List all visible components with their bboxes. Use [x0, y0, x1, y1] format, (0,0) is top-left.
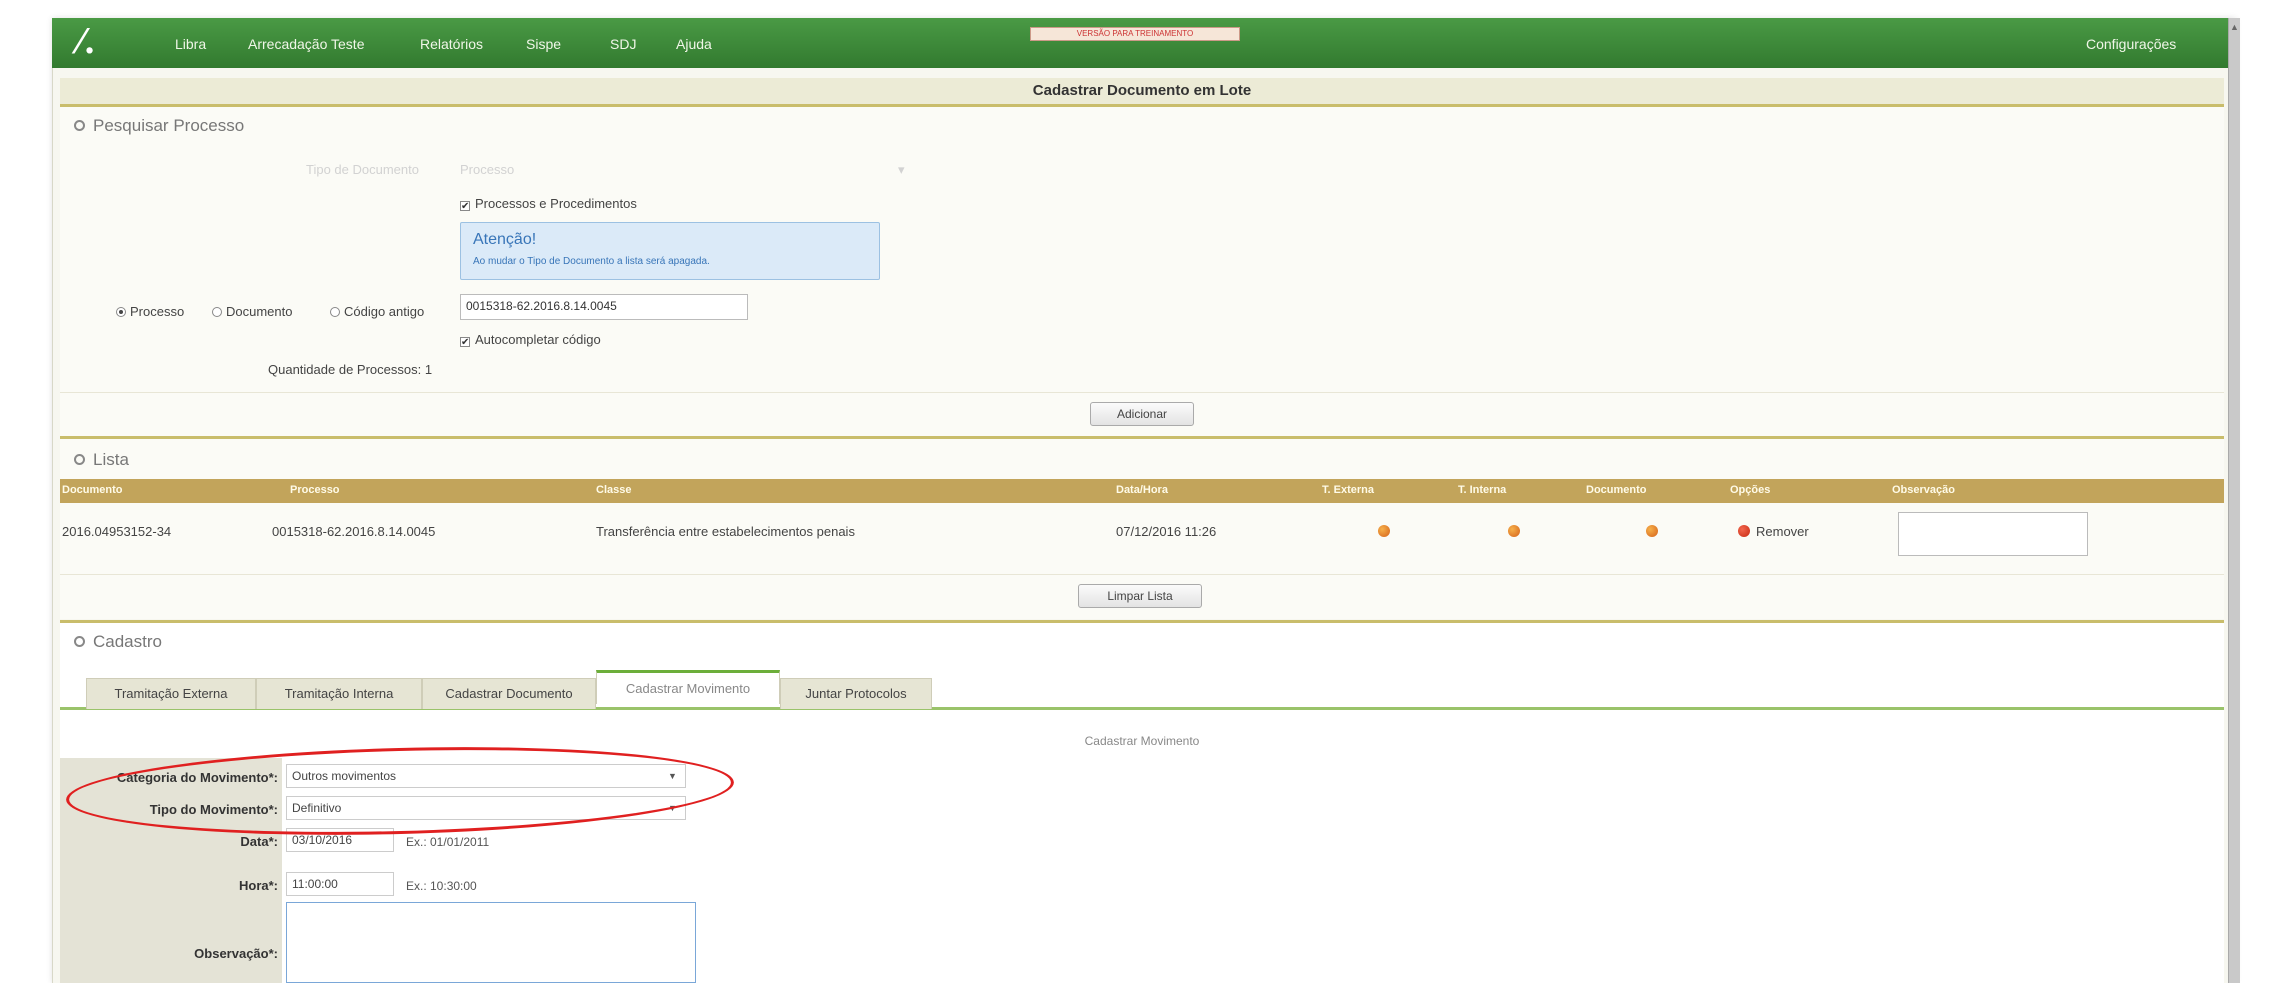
status-dot-icon[interactable]: [1646, 525, 1658, 537]
checkbox-autocomplete[interactable]: ✔ Autocompletar código: [460, 332, 601, 348]
process-count: Quantidade de Processos: 1: [268, 362, 433, 377]
th-documento[interactable]: Documento: [62, 484, 123, 496]
divider: [60, 574, 2224, 575]
tab-tramitacao-interna[interactable]: Tramitação Interna: [256, 678, 422, 709]
tab-juntar-protocolos[interactable]: Juntar Protocolos: [780, 678, 932, 709]
doc-type-select[interactable]: Processo: [460, 162, 514, 177]
status-dot-icon[interactable]: [1508, 525, 1520, 537]
clear-list-button[interactable]: Limpar Lista: [1078, 584, 1202, 608]
th-processo[interactable]: Processo: [290, 484, 340, 496]
cell-processo: 0015318-62.2016.8.14.0045: [272, 524, 436, 539]
search-section-title[interactable]: Pesquisar Processo: [74, 116, 244, 136]
cell-data-hora: 07/12/2016 11:26: [1116, 524, 1217, 539]
nav-item-ajuda[interactable]: Ajuda: [676, 36, 712, 52]
hora-input[interactable]: 11:00:00: [286, 872, 394, 896]
collapse-circle-icon[interactable]: [74, 636, 85, 647]
th-documento-2[interactable]: Documento: [1586, 484, 1647, 496]
settings-link[interactable]: Configurações: [2086, 36, 2176, 52]
alert-title: Atenção!: [473, 231, 537, 248]
cadastro-section-title[interactable]: Cadastro: [74, 632, 162, 652]
nav-item-sispe[interactable]: Sispe: [526, 36, 561, 52]
remove-icon[interactable]: [1738, 525, 1750, 537]
nav-item-relatorios[interactable]: Relatórios: [420, 36, 483, 52]
radio-processo-label: Processo: [130, 304, 185, 319]
radio-selected-icon[interactable]: [116, 307, 126, 317]
remove-link[interactable]: Remover: [1756, 524, 1809, 539]
observacao-label: Observação*:: [194, 946, 278, 961]
th-t-externa[interactable]: T. Externa: [1322, 484, 1374, 496]
th-classe[interactable]: Classe: [596, 484, 631, 496]
observacao-textarea[interactable]: [286, 902, 696, 983]
nav-item-libra[interactable]: Libra: [175, 36, 206, 52]
th-data-hora[interactable]: Data/Hora: [1116, 484, 1168, 496]
doc-type-label: Tipo de Documento: [306, 162, 419, 177]
process-code-input[interactable]: 0015318-62.2016.8.14.0045: [460, 294, 748, 320]
radio-codigo-label: Código antigo: [344, 304, 425, 319]
th-observacao[interactable]: Observação: [1892, 484, 1955, 496]
cadastro-section-label: Cadastro: [93, 632, 162, 651]
page-title: Cadastrar Documento em Lote: [1032, 82, 1252, 99]
scroll-up-icon[interactable]: ▲: [2230, 22, 2239, 32]
chevron-down-icon: ▾: [898, 162, 905, 177]
nav-item-sdj[interactable]: SDJ: [610, 36, 636, 52]
add-button[interactable]: Adicionar: [1090, 402, 1194, 426]
app-logo[interactable]: ⁄.: [78, 22, 122, 62]
status-dot-icon[interactable]: [1378, 525, 1390, 537]
radio-codigo-antigo[interactable]: Código antigo: [330, 304, 424, 319]
cell-classe: Transferência entre estabelecimentos pen…: [596, 524, 855, 539]
radio-documento[interactable]: Documento: [212, 304, 292, 319]
tab-tramitacao-externa[interactable]: Tramitação Externa: [86, 678, 256, 709]
radio-icon[interactable]: [212, 307, 222, 317]
th-opcoes[interactable]: Opções: [1730, 484, 1770, 496]
tab-cadastrar-movimento[interactable]: Cadastrar Movimento: [596, 670, 780, 704]
list-section-title[interactable]: Lista: [74, 450, 129, 470]
collapse-circle-icon[interactable]: [74, 120, 85, 131]
checkbox-processos-label: Processos e Procedimentos: [475, 196, 637, 211]
th-t-interna[interactable]: T. Interna: [1458, 484, 1506, 496]
data-label: Data*:: [240, 834, 278, 849]
observation-textarea[interactable]: [1898, 512, 2088, 556]
collapse-circle-icon[interactable]: [74, 454, 85, 465]
checkbox-processos[interactable]: ✔ Processos e Procedimentos: [460, 196, 637, 212]
list-section-label: Lista: [93, 450, 129, 469]
hora-label: Hora*:: [238, 878, 278, 893]
radio-processo[interactable]: Processo: [116, 304, 184, 319]
hora-hint: Ex.: 10:30:00: [406, 879, 477, 893]
radio-documento-label: Documento: [226, 304, 293, 319]
form-subtitle: Cadastrar Movimento: [1084, 734, 1200, 748]
divider: [60, 392, 2224, 393]
warning-alert: Atenção! Ao mudar o Tipo de Documento a …: [460, 222, 880, 280]
tab-cadastrar-documento[interactable]: Cadastrar Documento: [422, 678, 596, 709]
checkbox-autocomplete-label: Autocompletar código: [475, 332, 601, 347]
checkmark-icon[interactable]: ✔: [460, 201, 470, 212]
vertical-scrollbar[interactable]: [2228, 18, 2240, 983]
radio-icon[interactable]: [330, 307, 340, 317]
search-panel: [60, 107, 2224, 437]
alert-text: Ao mudar o Tipo de Documento a lista ser…: [473, 256, 710, 267]
cell-documento: 2016.04953152-34: [62, 524, 172, 539]
nav-item-arrecadacao[interactable]: Arrecadação Teste: [248, 36, 364, 52]
top-navbar: [52, 18, 2228, 68]
data-hint: Ex.: 01/01/2011: [406, 835, 490, 849]
training-version-badge: VERSÃO PARA TREINAMENTO: [1030, 27, 1240, 41]
checkmark-icon[interactable]: ✔: [460, 337, 470, 348]
search-section-label: Pesquisar Processo: [93, 116, 245, 135]
